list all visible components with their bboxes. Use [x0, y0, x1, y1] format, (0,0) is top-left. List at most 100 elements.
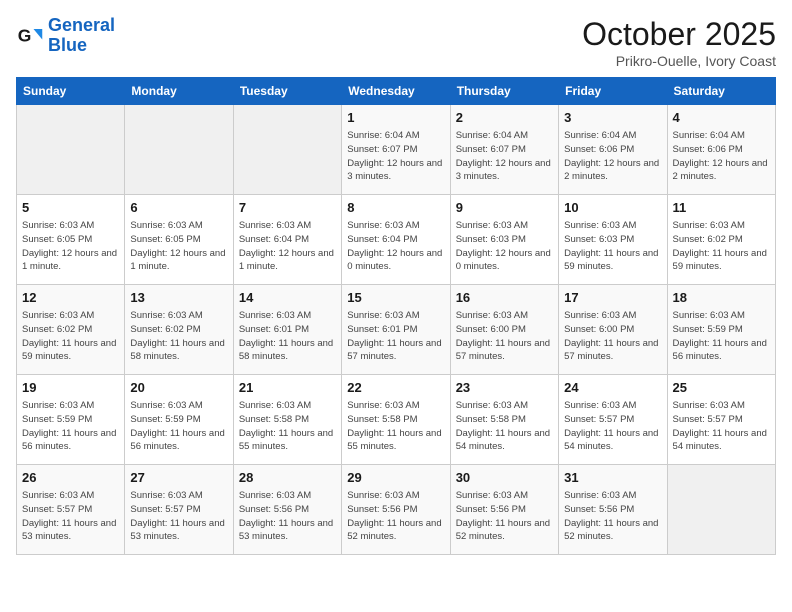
- weekday-row: SundayMondayTuesdayWednesdayThursdayFrid…: [17, 78, 776, 105]
- day-info: Sunrise: 6:03 AM Sunset: 6:01 PM Dayligh…: [239, 309, 336, 364]
- day-number: 14: [239, 289, 336, 307]
- day-info: Sunrise: 6:03 AM Sunset: 6:03 PM Dayligh…: [456, 219, 553, 274]
- day-info: Sunrise: 6:03 AM Sunset: 6:02 PM Dayligh…: [130, 309, 227, 364]
- day-number: 18: [673, 289, 770, 307]
- calendar-cell: 22Sunrise: 6:03 AM Sunset: 5:58 PM Dayli…: [342, 375, 450, 465]
- logo-icon: G: [16, 22, 44, 50]
- day-number: 25: [673, 379, 770, 397]
- day-number: 6: [130, 199, 227, 217]
- day-number: 1: [347, 109, 444, 127]
- calendar-cell: 5 Sunrise: 6:03 AM Sunset: 6:05 PM Daylig…: [17, 195, 125, 285]
- weekday-header-thursday: Thursday: [450, 78, 558, 105]
- calendar-cell: 31 Sunrise: 6:03 AM Sunset: 5:56 PM Dayli…: [559, 465, 667, 555]
- calendar-cell: 23Sunrise: 6:03 AM Sunset: 5:58 PM Dayli…: [450, 375, 558, 465]
- day-number: 30: [456, 469, 553, 487]
- day-info: Sunrise: 6:03 AM Sunset: 6:04 PM Dayligh…: [239, 219, 336, 274]
- day-info: Sunrise: 6:03 AM Sunset: 5:57 PM Dayligh…: [564, 399, 661, 454]
- day-info: Sunrise: 6:04 AM Sunset: 6:06 PM Dayligh…: [673, 129, 770, 184]
- day-number: 12: [22, 289, 119, 307]
- calendar-header: SundayMondayTuesdayWednesdayThursdayFrid…: [17, 78, 776, 105]
- calendar-table: SundayMondayTuesdayWednesdayThursdayFrid…: [16, 77, 776, 555]
- day-number: 28: [239, 469, 336, 487]
- weekday-header-friday: Friday: [559, 78, 667, 105]
- weekday-header-sunday: Sunday: [17, 78, 125, 105]
- calendar-cell: 27Sunrise: 6:03 AM Sunset: 5:57 PM Dayli…: [125, 465, 233, 555]
- calendar-cell: 28 Sunrise: 6:03 AM Sunset: 5:56 PM Dayli…: [233, 465, 341, 555]
- calendar-cell: 13 Sunrise: 6:03 AM Sunset: 6:02 PM Dayli…: [125, 285, 233, 375]
- day-info: Sunrise: 6:03 AM Sunset: 5:58 PM Dayligh…: [239, 399, 336, 454]
- day-number: 3: [564, 109, 661, 127]
- calendar-cell: 1 Sunrise: 6:04 AM Sunset: 6:07 PM Daylig…: [342, 105, 450, 195]
- logo-line1: General: [48, 15, 115, 35]
- calendar-cell: 26 Sunrise: 6:03 AM Sunset: 5:57 PM Dayli…: [17, 465, 125, 555]
- day-info: Sunrise: 6:03 AM Sunset: 6:02 PM Dayligh…: [22, 309, 119, 364]
- calendar-cell: 6 Sunrise: 6:03 AM Sunset: 6:05 PM Daylig…: [125, 195, 233, 285]
- calendar-cell: 10 Sunrise: 6:03 AM Sunset: 6:03 PM Dayli…: [559, 195, 667, 285]
- day-number: 11: [673, 199, 770, 217]
- week-row-5: 26 Sunrise: 6:03 AM Sunset: 5:57 PM Dayli…: [17, 465, 776, 555]
- day-info: Sunrise: 6:03 AM Sunset: 5:59 PM Dayligh…: [22, 399, 119, 454]
- day-info: Sunrise: 6:03 AM Sunset: 6:01 PM Dayligh…: [347, 309, 444, 364]
- week-row-3: 12 Sunrise: 6:03 AM Sunset: 6:02 PM Dayli…: [17, 285, 776, 375]
- day-info: Sunrise: 6:03 AM Sunset: 5:56 PM Dayligh…: [239, 489, 336, 544]
- day-number: 26: [22, 469, 119, 487]
- calendar-cell: 9Sunrise: 6:03 AM Sunset: 6:03 PM Daylig…: [450, 195, 558, 285]
- logo-text: General Blue: [48, 16, 115, 56]
- day-info: Sunrise: 6:03 AM Sunset: 5:57 PM Dayligh…: [673, 399, 770, 454]
- day-info: Sunrise: 6:03 AM Sunset: 6:03 PM Dayligh…: [564, 219, 661, 274]
- day-info: Sunrise: 6:03 AM Sunset: 5:56 PM Dayligh…: [564, 489, 661, 544]
- calendar-cell: 3 Sunrise: 6:04 AM Sunset: 6:06 PM Daylig…: [559, 105, 667, 195]
- day-number: 10: [564, 199, 661, 217]
- calendar-cell: 21Sunrise: 6:03 AM Sunset: 5:58 PM Dayli…: [233, 375, 341, 465]
- day-info: Sunrise: 6:03 AM Sunset: 6:04 PM Dayligh…: [347, 219, 444, 274]
- weekday-header-saturday: Saturday: [667, 78, 775, 105]
- weekday-header-tuesday: Tuesday: [233, 78, 341, 105]
- svg-text:G: G: [18, 25, 32, 45]
- calendar-cell: 20Sunrise: 6:03 AM Sunset: 5:59 PM Dayli…: [125, 375, 233, 465]
- day-number: 13: [130, 289, 227, 307]
- day-number: 31: [564, 469, 661, 487]
- week-row-1: 1 Sunrise: 6:04 AM Sunset: 6:07 PM Daylig…: [17, 105, 776, 195]
- day-number: 5: [22, 199, 119, 217]
- calendar-cell: 19Sunrise: 6:03 AM Sunset: 5:59 PM Dayli…: [17, 375, 125, 465]
- day-info: Sunrise: 6:04 AM Sunset: 6:07 PM Dayligh…: [456, 129, 553, 184]
- day-number: 7: [239, 199, 336, 217]
- calendar-cell: 2 Sunrise: 6:04 AM Sunset: 6:07 PM Daylig…: [450, 105, 558, 195]
- calendar-cell: [17, 105, 125, 195]
- day-number: 16: [456, 289, 553, 307]
- day-info: Sunrise: 6:03 AM Sunset: 6:05 PM Dayligh…: [22, 219, 119, 274]
- calendar-cell: [125, 105, 233, 195]
- day-number: 23: [456, 379, 553, 397]
- day-number: 15: [347, 289, 444, 307]
- calendar-cell: 30 Sunrise: 6:03 AM Sunset: 5:56 PM Dayli…: [450, 465, 558, 555]
- location: Prikro-Ouelle, Ivory Coast: [582, 53, 776, 69]
- calendar-cell: [233, 105, 341, 195]
- header: G General Blue October 2025 Prikro-Ouell…: [16, 16, 776, 69]
- day-number: 27: [130, 469, 227, 487]
- calendar-cell: 8 Sunrise: 6:03 AM Sunset: 6:04 PM Daylig…: [342, 195, 450, 285]
- day-number: 17: [564, 289, 661, 307]
- day-info: Sunrise: 6:03 AM Sunset: 6:05 PM Dayligh…: [130, 219, 227, 274]
- day-number: 24: [564, 379, 661, 397]
- calendar-cell: 15 Sunrise: 6:03 AM Sunset: 6:01 PM Dayli…: [342, 285, 450, 375]
- title-area: October 2025 Prikro-Ouelle, Ivory Coast: [582, 16, 776, 69]
- calendar-cell: 14 Sunrise: 6:03 AM Sunset: 6:01 PM Dayli…: [233, 285, 341, 375]
- day-info: Sunrise: 6:04 AM Sunset: 6:06 PM Dayligh…: [564, 129, 661, 184]
- calendar-body: 1 Sunrise: 6:04 AM Sunset: 6:07 PM Daylig…: [17, 105, 776, 555]
- day-info: Sunrise: 6:03 AM Sunset: 6:00 PM Dayligh…: [456, 309, 553, 364]
- day-info: Sunrise: 6:03 AM Sunset: 5:59 PM Dayligh…: [130, 399, 227, 454]
- day-info: Sunrise: 6:04 AM Sunset: 6:07 PM Dayligh…: [347, 129, 444, 184]
- calendar-cell: 17Sunrise: 6:03 AM Sunset: 6:00 PM Dayli…: [559, 285, 667, 375]
- day-info: Sunrise: 6:03 AM Sunset: 5:57 PM Dayligh…: [22, 489, 119, 544]
- day-info: Sunrise: 6:03 AM Sunset: 5:56 PM Dayligh…: [456, 489, 553, 544]
- week-row-4: 19Sunrise: 6:03 AM Sunset: 5:59 PM Dayli…: [17, 375, 776, 465]
- day-number: 2: [456, 109, 553, 127]
- calendar-cell: 11Sunrise: 6:03 AM Sunset: 6:02 PM Dayli…: [667, 195, 775, 285]
- calendar-cell: 29Sunrise: 6:03 AM Sunset: 5:56 PM Dayli…: [342, 465, 450, 555]
- weekday-header-monday: Monday: [125, 78, 233, 105]
- logo-line2: Blue: [48, 35, 87, 55]
- logo: G General Blue: [16, 16, 115, 56]
- day-number: 8: [347, 199, 444, 217]
- day-info: Sunrise: 6:03 AM Sunset: 5:59 PM Dayligh…: [673, 309, 770, 364]
- day-info: Sunrise: 6:03 AM Sunset: 5:56 PM Dayligh…: [347, 489, 444, 544]
